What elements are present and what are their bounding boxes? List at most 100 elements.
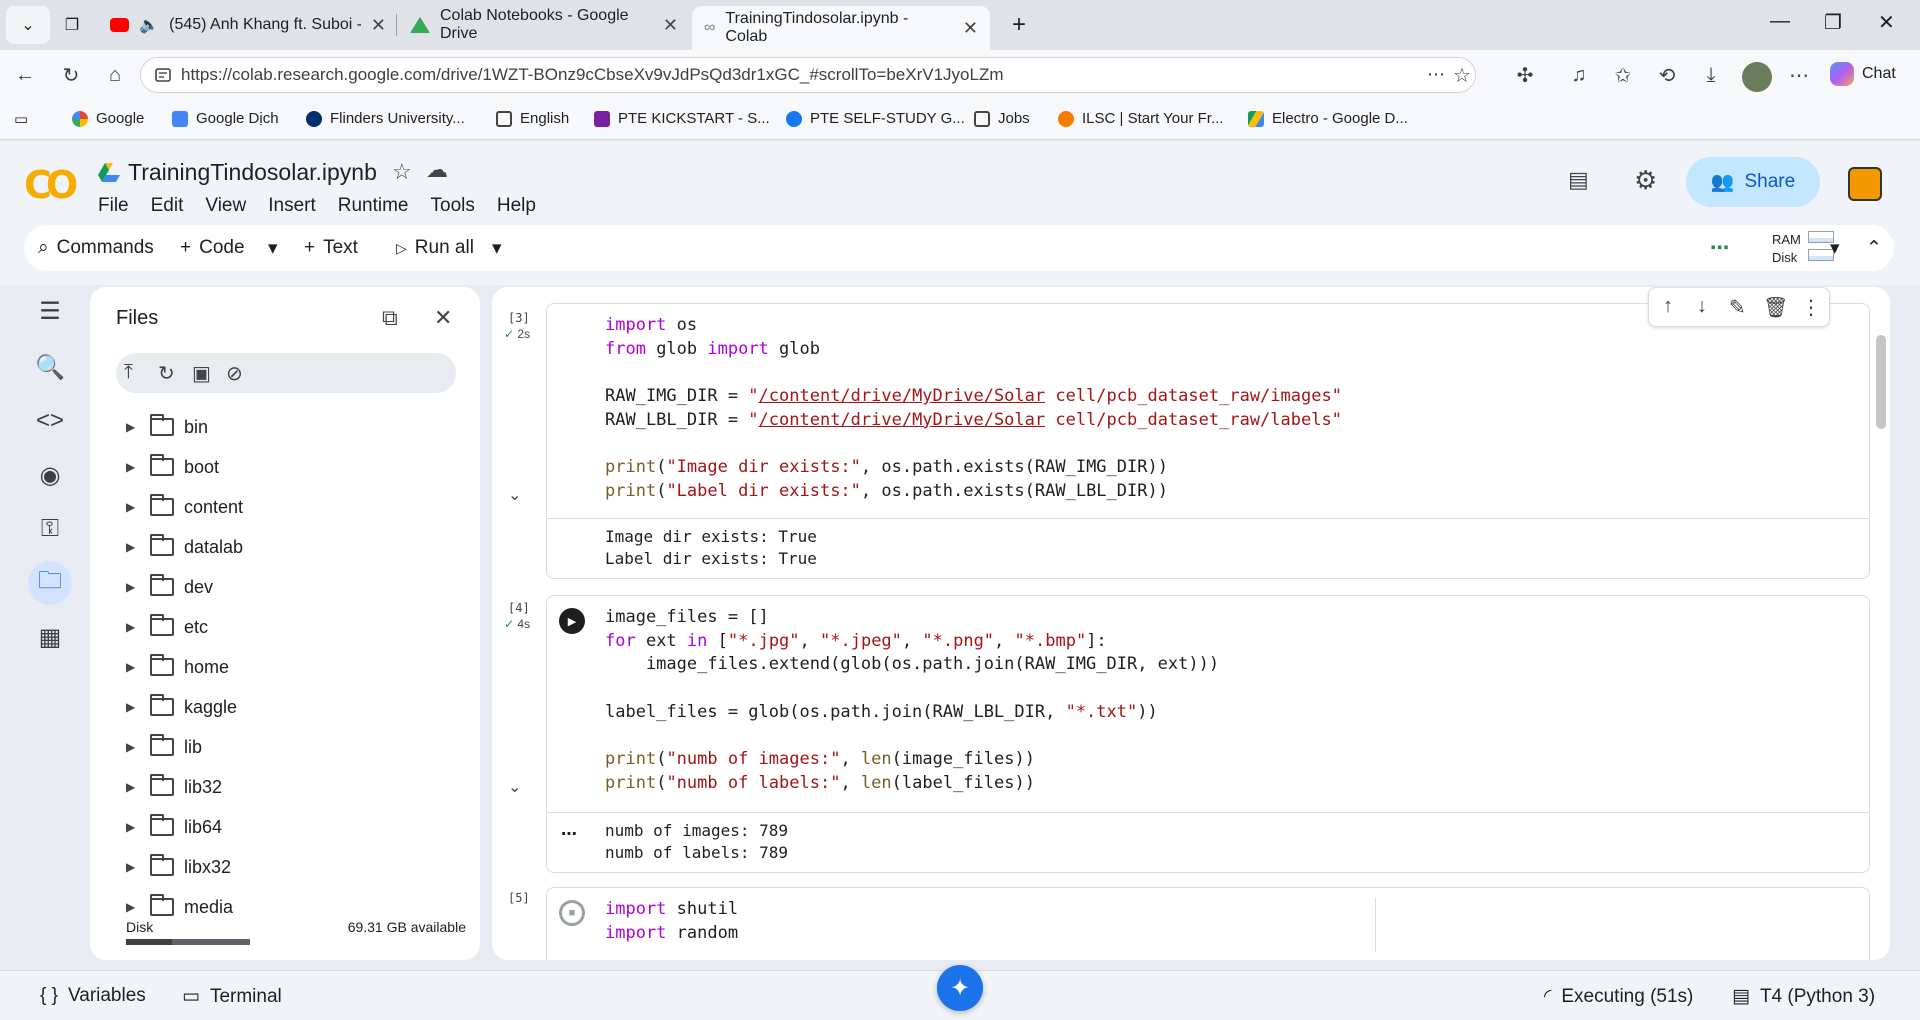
menu-help[interactable]: Help — [497, 195, 536, 217]
close-tab-icon[interactable]: ✕ — [963, 18, 978, 39]
media-control-icon[interactable]: ♫ — [1566, 62, 1592, 88]
file-tree-folder[interactable]: ▶ lib64 — [126, 811, 222, 843]
downloads-icon[interactable]: ⤓ — [1698, 62, 1724, 88]
expand-arrow-icon[interactable]: ▶ — [126, 500, 140, 514]
reload-icon[interactable]: ↻ — [58, 62, 84, 88]
menu-tools[interactable]: Tools — [431, 195, 475, 217]
code-cell[interactable]: ▶ image_files = [] for ext in ["*.jpg", … — [546, 595, 1870, 873]
bookmark-electro[interactable]: Electro - Google D... — [1248, 110, 1408, 127]
move-up-icon[interactable]: ↑ — [1663, 295, 1673, 318]
menu-runtime[interactable]: Runtime — [338, 195, 409, 217]
file-tree-folder[interactable]: ▶ datalab — [126, 531, 243, 563]
close-tab-icon[interactable]: ✕ — [663, 15, 678, 36]
expand-arrow-icon[interactable]: ▶ — [126, 660, 140, 674]
file-tree-folder[interactable]: ▶ kaggle — [126, 691, 237, 723]
file-tree-folder[interactable]: ▶ dev — [126, 571, 213, 603]
favorites-icon[interactable]: ✩ — [1610, 62, 1636, 88]
expand-arrow-icon[interactable]: ▶ — [126, 460, 140, 474]
add-code-button[interactable]: + Code — [180, 237, 245, 259]
expand-arrow-icon[interactable]: ▶ — [126, 620, 140, 634]
profile-avatar[interactable] — [1742, 62, 1772, 92]
connected-status-icon[interactable]: ⋯ — [1710, 237, 1729, 260]
cell-source[interactable]: import os from glob import glob RAW_IMG_… — [547, 304, 1869, 504]
expand-arrow-icon[interactable]: ▶ — [126, 700, 140, 714]
share-button[interactable]: 👥 Share — [1686, 157, 1820, 207]
close-tab-icon[interactable]: ✕ — [371, 15, 386, 36]
edit-pen-icon[interactable]: ✎ — [1729, 295, 1746, 320]
find-replace-icon[interactable]: 🔍 — [28, 345, 72, 389]
close-window-icon[interactable]: ✕ — [1878, 10, 1895, 35]
gemini-sparkle-button[interactable]: ✦ — [937, 965, 983, 1011]
extensions-icon[interactable]: ✣ — [1512, 62, 1538, 88]
runtime-type[interactable]: ▤ T4 (Python 3) — [1732, 985, 1875, 1008]
file-tree-folder[interactable]: ▶ etc — [126, 611, 208, 643]
tab-search-dropdown-icon[interactable]: ⌄ — [6, 6, 50, 44]
back-icon[interactable]: ← — [12, 62, 38, 88]
data-table-icon[interactable]: ▦ — [28, 615, 72, 659]
commands-button[interactable]: ⌕ Commands — [38, 237, 154, 259]
expand-arrow-icon[interactable]: ▶ — [126, 420, 140, 434]
bookmark-pte-self-study[interactable]: PTE SELF-STUDY G... — [786, 110, 965, 127]
variables-button[interactable]: { } Variables — [40, 985, 146, 1007]
run-cell-button[interactable]: ▶ — [559, 608, 585, 634]
file-tree-folder[interactable]: ▶ content — [126, 491, 243, 523]
code-snippets-icon[interactable]: <> — [28, 399, 72, 443]
resources-dropdown-icon[interactable]: ▾ — [1830, 237, 1840, 260]
table-of-contents-icon[interactable]: ☰ — [28, 289, 72, 333]
close-panel-icon[interactable]: ✕ — [434, 305, 452, 331]
file-tree-folder[interactable]: ▶ home — [126, 651, 229, 683]
history-icon[interactable]: ⟲ — [1654, 62, 1680, 88]
open-in-tab-icon[interactable]: ⧉ — [382, 305, 398, 331]
bookmark-ilsc[interactable]: ILSC | Start Your Fr... — [1058, 110, 1223, 127]
hide-files-icon[interactable]: ⊘ — [226, 361, 243, 386]
more-options-icon[interactable]: ⋮ — [1801, 295, 1821, 320]
terminal-button[interactable]: ▭ Terminal — [182, 985, 282, 1008]
tab-colab-active[interactable]: ∞ TrainingTindosolar.ipynb - Colab ✕ — [692, 6, 990, 50]
bookmark-star-icon[interactable]: ☆ — [1453, 63, 1471, 88]
comments-icon[interactable]: ▤ — [1568, 167, 1589, 193]
add-text-button[interactable]: + Text — [304, 237, 358, 259]
tab-google-drive[interactable]: Colab Notebooks - Google Drive ✕ — [398, 6, 690, 44]
notebook-title[interactable]: TrainingTindosolar.ipynb — [128, 159, 377, 186]
code-cell[interactable]: import os from glob import glob RAW_IMG_… — [546, 303, 1870, 579]
run-all-dropdown-icon[interactable]: ▾ — [492, 237, 502, 260]
collapse-output-icon[interactable]: ⌄ — [508, 777, 521, 797]
expand-arrow-icon[interactable]: ▶ — [126, 780, 140, 794]
copilot-chat-button[interactable]: Chat — [1830, 62, 1896, 86]
menu-view[interactable]: View — [205, 195, 246, 217]
expand-arrow-icon[interactable]: ▶ — [126, 820, 140, 834]
speaker-icon[interactable]: 🔈 — [139, 15, 159, 35]
resource-monitor[interactable]: RAM Disk — [1772, 231, 1801, 267]
minimize-icon[interactable]: — — [1770, 10, 1790, 33]
code-dropdown-icon[interactable]: ▾ — [268, 237, 278, 260]
run-all-button[interactable]: ▷ Run all — [396, 237, 474, 259]
secrets-key-icon[interactable]: ⚿ — [28, 507, 72, 551]
more-page-options-icon[interactable]: ⋯ — [1427, 64, 1445, 85]
bookmark-pte-kickstart[interactable]: PTE KICKSTART - S... — [594, 110, 770, 127]
menu-edit[interactable]: Edit — [151, 195, 184, 217]
expand-arrow-icon[interactable]: ▶ — [126, 900, 140, 914]
notebook-scrollbar[interactable] — [1876, 335, 1886, 429]
file-tree-folder[interactable]: ▶ lib32 — [126, 771, 222, 803]
delete-icon[interactable]: 🗑 — [1763, 295, 1788, 320]
file-tree-folder[interactable]: ▶ libx32 — [126, 851, 231, 883]
file-tree-folder[interactable]: ▶ boot — [126, 451, 219, 483]
bookmark-google[interactable]: Google — [72, 110, 144, 127]
bookmark-manager-icon[interactable]: ▭ — [14, 110, 28, 128]
settings-gear-icon[interactable]: ⚙ — [1634, 165, 1657, 196]
collapse-header-icon[interactable]: ⌃ — [1866, 237, 1882, 260]
stop-cell-button[interactable]: ■ — [559, 900, 585, 926]
cloud-saved-icon[interactable]: ☁ — [426, 157, 448, 183]
google-drive-icon[interactable] — [98, 163, 120, 183]
upload-icon[interactable]: ⤒ — [124, 361, 133, 384]
refresh-icon[interactable]: ↻ — [158, 361, 175, 386]
address-bar[interactable]: https://colab.research.google.com/drive/… — [140, 57, 1476, 93]
tab-groups-icon[interactable]: ❐ — [50, 6, 94, 44]
settings-more-icon[interactable]: ⋯ — [1786, 62, 1812, 88]
collapse-output-icon[interactable]: ⌄ — [508, 485, 521, 505]
move-down-icon[interactable]: ↓ — [1697, 295, 1707, 318]
expand-arrow-icon[interactable]: ▶ — [126, 540, 140, 554]
new-tab-icon[interactable]: + — [1000, 6, 1038, 44]
variable-inspector-icon[interactable]: ◉ — [28, 453, 72, 497]
bookmark-google-dich[interactable]: Google Dịch — [172, 110, 279, 127]
